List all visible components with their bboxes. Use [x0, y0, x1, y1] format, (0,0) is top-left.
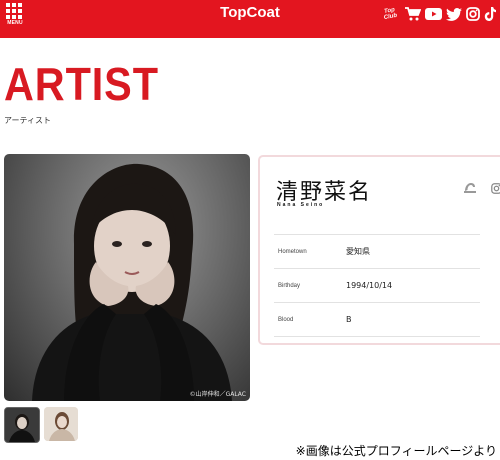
tiktok-icon[interactable]	[484, 7, 496, 21]
profile-label: Hometown	[278, 248, 307, 255]
artist-portrait-illustration	[32, 163, 232, 401]
profile-value: 1994/10/14	[346, 281, 393, 290]
profile-row: Blood B	[274, 302, 480, 337]
artist-info-card: 清野菜名 Nana Seino Hometown 愛知県 Birthday 1994/…	[258, 155, 500, 345]
image-source-note: ※画像は公式プロフィールページより	[207, 442, 497, 460]
profile-value: 愛知県	[346, 247, 370, 256]
instagram-icon[interactable]	[466, 7, 480, 21]
profile-value: B	[346, 315, 352, 324]
profile-row: Hometown 愛知県	[274, 234, 480, 269]
twitter-icon[interactable]	[446, 7, 462, 21]
photo-thumbnail[interactable]	[44, 407, 78, 441]
profile-label: Blood	[278, 316, 294, 323]
header-icon-bar: Top Club	[375, 4, 496, 24]
site-header: MENU TopCoat Top Club	[0, 0, 500, 38]
youtube-icon[interactable]	[425, 8, 442, 20]
instagram-icon[interactable]	[491, 179, 500, 198]
topcoat-club-logo[interactable]: Top Club	[378, 3, 403, 25]
photo-thumbnail[interactable]	[4, 407, 40, 443]
artist-profile-table: Hometown 愛知県 Birthday 1994/10/14 Blood B	[274, 234, 480, 337]
page-subtitle: アーティスト	[4, 116, 52, 125]
artist-name-roman: Nana Seino	[277, 202, 325, 208]
photo-credit: ©山岸伸和／GALAC	[189, 391, 246, 398]
club-logo-text: Top Club	[383, 7, 398, 22]
artist-social-icons	[449, 179, 500, 198]
page-title: ARTIST	[4, 58, 159, 110]
topcoat-club-icon[interactable]	[463, 179, 477, 198]
cart-icon[interactable]	[405, 7, 421, 21]
profile-label: Birthday	[278, 282, 301, 289]
profile-row: Birthday 1994/10/14	[274, 268, 480, 303]
artist-main-photo: ©山岸伸和／GALAC	[4, 154, 250, 401]
